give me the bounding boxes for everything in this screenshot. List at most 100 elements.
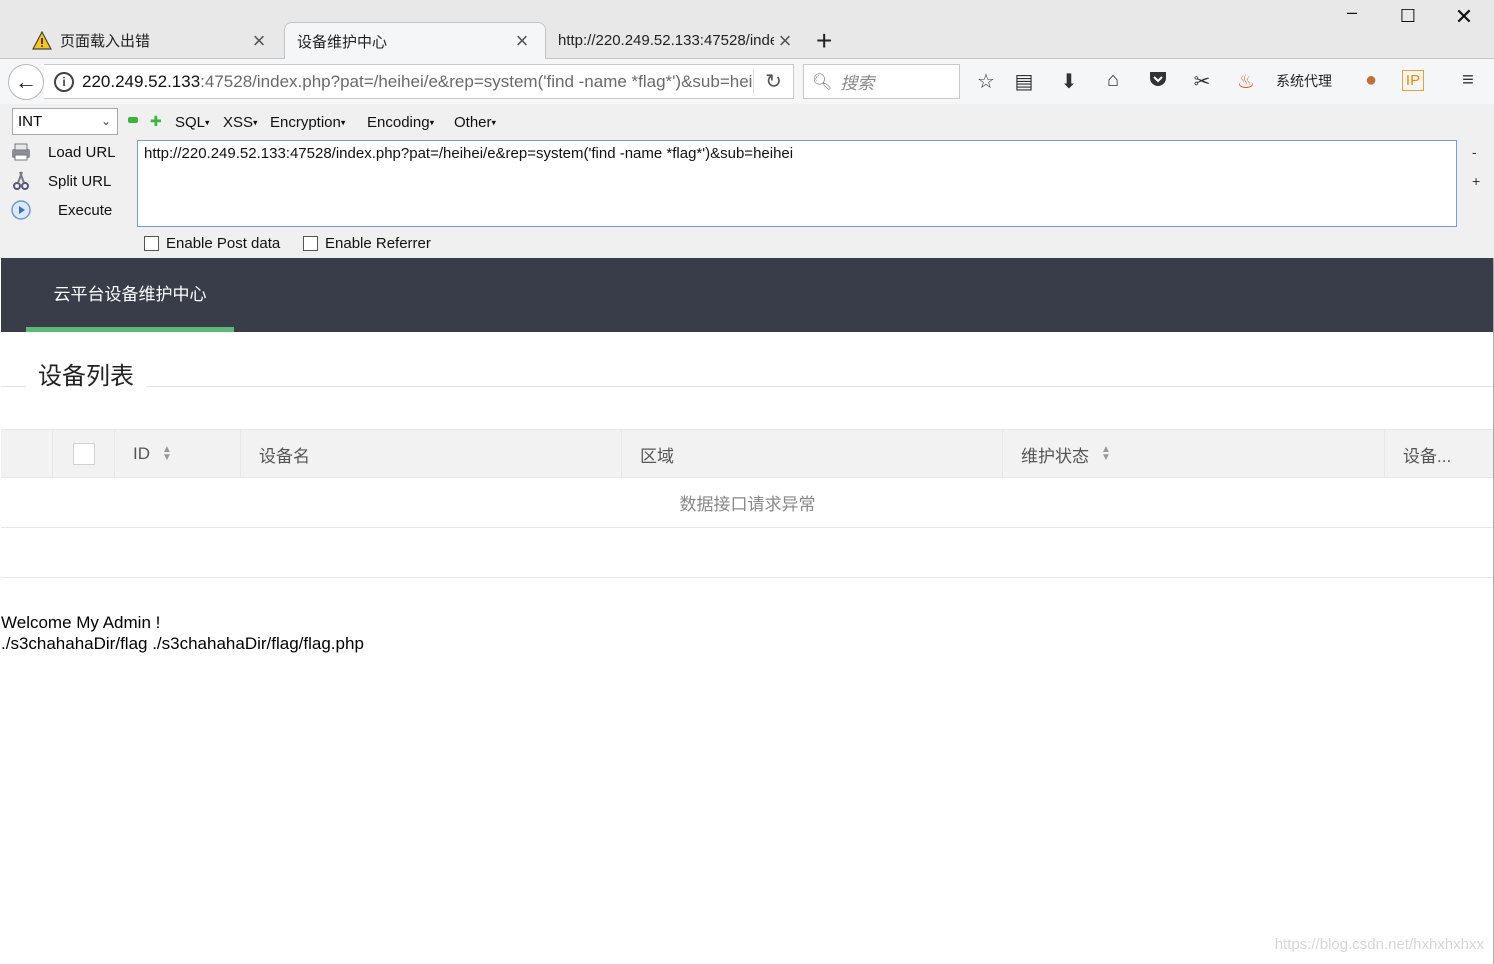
select-all-checkbox[interactable] <box>73 443 95 465</box>
sort-icon[interactable]: ▲ ▼ <box>162 445 172 463</box>
execute-label: Execute <box>58 201 113 219</box>
system-proxy-label[interactable]: 系统代理 <box>1276 71 1332 91</box>
column-label: ID <box>133 444 150 463</box>
cookie-icon[interactable]: ● <box>1357 69 1385 92</box>
extension-tools-icon[interactable]: ✂ <box>1188 69 1216 94</box>
column-label: 设备名 <box>259 446 310 466</box>
reading-list-icon[interactable]: ▤ <box>1010 69 1038 94</box>
section-divider <box>1 386 1494 387</box>
menu-encoding[interactable]: Encoding▾ <box>367 114 434 131</box>
column-header-region: 区域 <box>622 430 1003 478</box>
close-window-button[interactable]: ✕ <box>1444 4 1484 30</box>
column-label: 设备... <box>1403 446 1452 466</box>
empty-message: 数据接口请求异常 <box>679 495 816 514</box>
close-tab-icon[interactable]: × <box>774 29 796 52</box>
menu-label: Encryption <box>270 114 341 131</box>
enable-post-checkbox[interactable]: Enable Post data <box>144 235 280 252</box>
reload-icon[interactable]: ↻ <box>753 69 793 94</box>
caret-icon: ▾ <box>340 117 346 128</box>
pocket-icon[interactable] <box>1144 69 1172 95</box>
search-placeholder: 搜索 <box>840 74 875 93</box>
caret-icon: ▾ <box>205 117 210 128</box>
sort-icon[interactable]: ▲ ▼ <box>1101 445 1111 463</box>
warning-icon <box>32 30 52 50</box>
table-header: ID ▲ ▼ 设备名 区域 维护状态 ▲ ▼ 设备... <box>1 430 1494 478</box>
back-button[interactable]: ← <box>8 64 44 100</box>
column-header-device-name: 设备名 <box>241 430 622 478</box>
expand-textarea-button[interactable]: + <box>1472 173 1480 189</box>
site-info-icon[interactable]: i <box>54 71 74 92</box>
scissors-icon <box>13 171 29 190</box>
app-header: 云平台设备维护中心 <box>1 258 1494 332</box>
new-tab-button[interactable]: + <box>816 27 832 55</box>
menu-label: XSS <box>223 114 254 131</box>
checkbox-box[interactable] <box>144 236 159 251</box>
url-bar[interactable]: i 220.249.52.133:47528/index.php?pat=/he… <box>44 64 794 99</box>
url-text[interactable]: 220.249.52.133:47528/index.php?pat=/heih… <box>82 72 753 92</box>
tab-device-center[interactable]: 设备维护中心 × <box>284 22 546 59</box>
enable-referrer-label: Enable Referrer <box>325 235 431 252</box>
enable-referrer-checkbox[interactable]: Enable Referrer <box>303 235 431 252</box>
empty-row: 数据接口请求异常 <box>1 478 1494 528</box>
menu-label: Encoding <box>367 114 430 131</box>
column-label: 维护状态 <box>1021 446 1089 466</box>
select-all-cell <box>53 430 115 478</box>
menu-label: Other <box>454 114 492 131</box>
shrink-textarea-button[interactable]: - <box>1472 144 1477 160</box>
menu-label: SQL <box>175 114 206 131</box>
column-label: 区域 <box>640 446 674 466</box>
url-path: :47528/index.php?pat=/heihei/e&rep=syste… <box>200 71 753 91</box>
command-output: Welcome My Admin ! ./s3chahahaDir/flag .… <box>1 612 364 654</box>
column-header-status[interactable]: 维护状态 ▲ ▼ <box>1003 430 1385 478</box>
caret-icon: ▾ <box>429 117 435 128</box>
enable-post-label: Enable Post data <box>166 235 281 252</box>
close-tab-icon[interactable]: × <box>248 29 270 52</box>
load-url-button[interactable]: Load URL <box>10 141 116 163</box>
active-nav-indicator <box>26 327 234 332</box>
minimize-button[interactable]: – <box>1332 2 1372 23</box>
printer-icon <box>12 143 30 161</box>
caret-icon: ▾ <box>491 117 497 128</box>
decrease-button[interactable] <box>128 117 138 123</box>
load-url-label: Load URL <box>48 143 116 161</box>
table-footer <box>1 528 1494 578</box>
column-header-id[interactable]: ID ▲ ▼ <box>115 430 241 478</box>
navigation-toolbar: i 220.249.52.133:47528/index.php?pat=/he… <box>0 59 1494 104</box>
output-line: ./s3chahahaDir/flag ./s3chahahaDir/flag/… <box>1 634 364 653</box>
bookmark-star-icon[interactable]: ☆ <box>972 69 1000 94</box>
close-tab-icon[interactable]: × <box>511 30 533 52</box>
download-icon[interactable]: ⬇ <box>1055 69 1083 94</box>
column-header-device-more: 设备... <box>1385 430 1494 478</box>
brand-nav-item[interactable]: 云平台设备维护中心 <box>26 258 234 332</box>
menu-xss[interactable]: XSS▾ <box>223 114 258 131</box>
split-url-label: Split URL <box>48 172 112 190</box>
ip-icon[interactable]: IP <box>1402 70 1424 91</box>
play-icon <box>11 200 31 220</box>
tab-page-load-error[interactable]: 页面载入出错 × <box>20 22 282 59</box>
search-icon: 🔍︎ <box>812 73 833 91</box>
caret-icon: ▾ <box>253 117 258 128</box>
hackbar-panel: INT ⌄ ✚ SQL▾ XSS▾ Encryption▾ Encoding▾ … <box>0 104 1494 258</box>
increase-button[interactable]: ✚ <box>150 113 162 130</box>
proxy-fox-icon[interactable]: ♨ <box>1232 69 1260 94</box>
table-header-blank <box>1 430 53 478</box>
tab-strip: 页面载入出错 × 设备维护中心 × http://220.249.52.133:… <box>0 0 1494 59</box>
url-textarea[interactable]: http://220.249.52.133:47528/index.php?pa… <box>137 140 1457 227</box>
menu-encryption[interactable]: Encryption▾ <box>270 114 345 131</box>
menu-hamburger-icon[interactable]: ≡ <box>1454 69 1482 92</box>
home-icon[interactable]: ⌂ <box>1099 69 1127 92</box>
type-select[interactable]: INT ⌄ <box>12 108 118 135</box>
type-select-value: INT <box>18 113 43 130</box>
search-input[interactable]: 🔍︎ 搜索 <box>803 64 960 99</box>
maximize-button[interactable]: ☐ <box>1388 6 1428 27</box>
tab-label: 设备维护中心 <box>297 33 388 51</box>
execute-button[interactable]: Execute <box>10 199 112 221</box>
device-table: ID ▲ ▼ 设备名 区域 维护状态 ▲ ▼ 设备... 数据接口请求异常 <box>1 429 1494 578</box>
tab-url[interactable]: http://220.249.52.133:47528/index.php × <box>546 22 808 59</box>
tab-label: 页面载入出错 <box>60 33 151 50</box>
menu-other[interactable]: Other▾ <box>454 114 496 131</box>
split-url-button[interactable]: Split URL <box>10 170 111 192</box>
checkbox-box[interactable] <box>303 236 318 251</box>
menu-sql[interactable]: SQL▾ <box>175 114 210 131</box>
url-host: 220.249.52.133 <box>82 71 201 91</box>
